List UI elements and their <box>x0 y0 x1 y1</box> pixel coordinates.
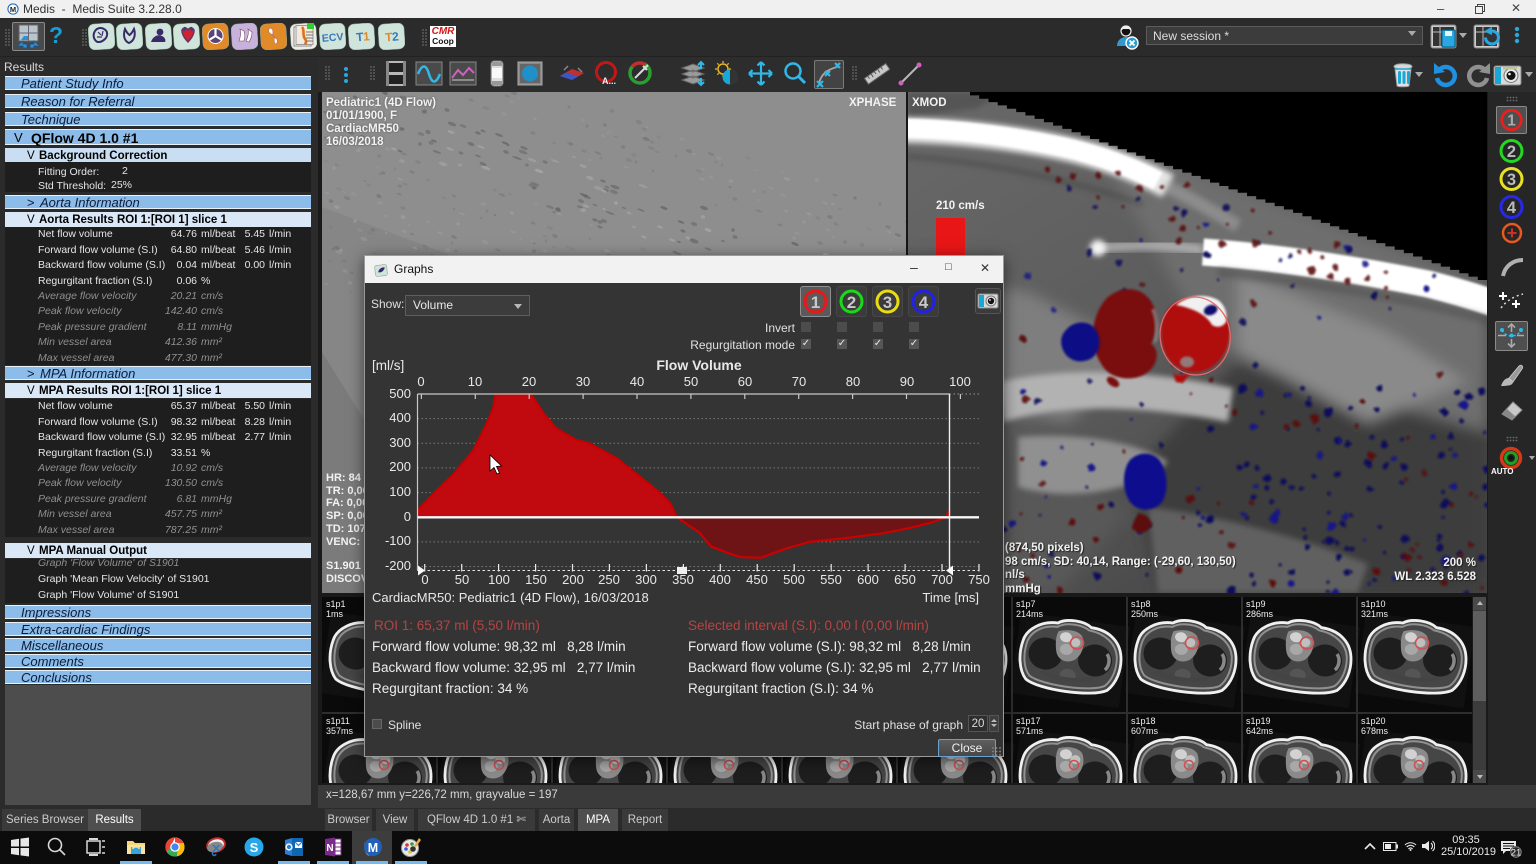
svg-text:s1p8: s1p8 <box>1131 599 1151 609</box>
svg-text:s1p7: s1p7 <box>1016 599 1036 609</box>
svg-text:s1p19: s1p19 <box>1246 716 1271 726</box>
svg-text:2: 2 <box>1507 143 1516 161</box>
svg-text:S: S <box>250 840 259 855</box>
svg-text:607ms: 607ms <box>1131 726 1159 736</box>
svg-text:s1p11: s1p11 <box>326 716 350 726</box>
svg-text:250ms: 250ms <box>1131 609 1159 619</box>
svg-text:N: N <box>326 843 333 854</box>
svg-text:s1p20: s1p20 <box>1361 716 1386 726</box>
svg-text:s1p1: s1p1 <box>326 599 346 609</box>
svg-text:571ms: 571ms <box>1016 726 1044 736</box>
svg-text:214ms: 214ms <box>1016 609 1044 619</box>
svg-text:21: 21 <box>1511 848 1522 859</box>
svg-text:s1p17: s1p17 <box>1016 716 1041 726</box>
svg-text:642ms: 642ms <box>1246 726 1274 736</box>
svg-text:M: M <box>10 5 16 14</box>
svg-text:4: 4 <box>1507 199 1517 217</box>
svg-text:A...: A... <box>602 76 616 86</box>
svg-text:s1p9: s1p9 <box>1246 599 1266 609</box>
svg-text:678ms: 678ms <box>1361 726 1389 736</box>
svg-text:1: 1 <box>1507 113 1516 130</box>
svg-text:s1p10: s1p10 <box>1361 599 1386 609</box>
svg-text:1ms: 1ms <box>326 609 344 619</box>
svg-text:s1p18: s1p18 <box>1131 716 1156 726</box>
svg-text:286ms: 286ms <box>1246 609 1274 619</box>
svg-text:357ms: 357ms <box>326 726 354 736</box>
svg-text:ECV: ECV <box>321 31 344 45</box>
svg-text:321ms: 321ms <box>1361 609 1389 619</box>
svg-text:3: 3 <box>1507 171 1516 189</box>
svg-text:M: M <box>368 841 378 855</box>
